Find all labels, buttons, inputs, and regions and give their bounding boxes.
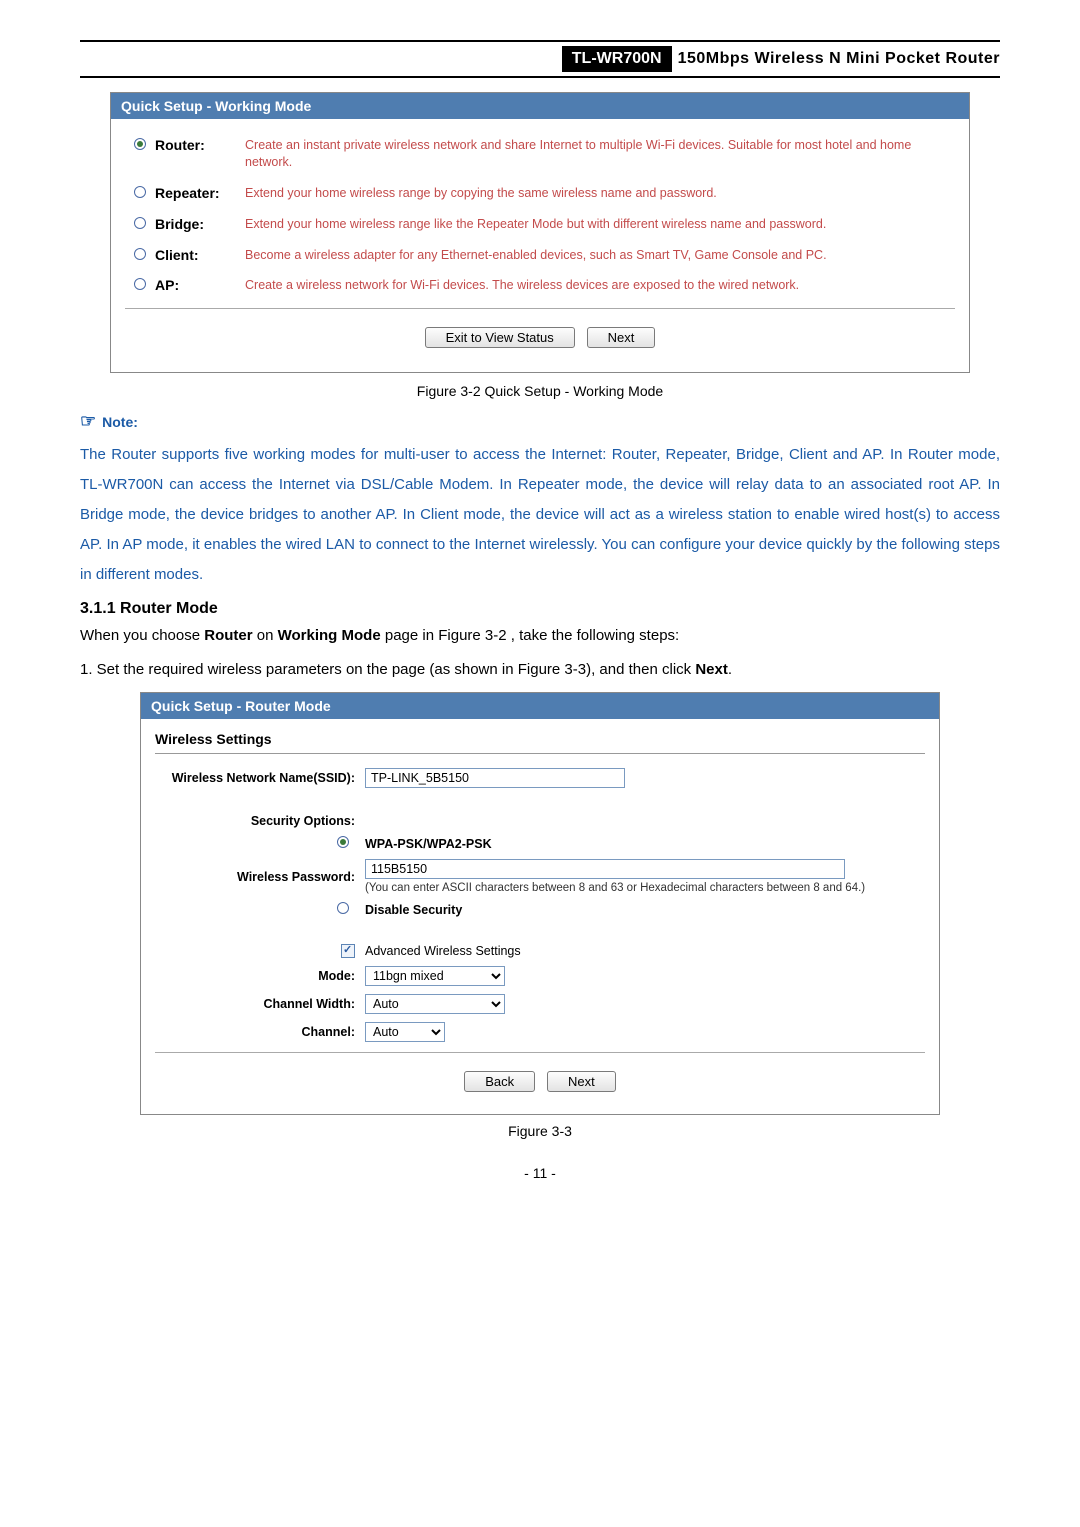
note-heading: ☞ Note: [80, 411, 1000, 432]
text: page in Figure 3-2 , take the following … [385, 627, 679, 644]
wireless-settings-heading: Wireless Settings [155, 725, 925, 754]
mode-desc: Become a wireless adapter for any Ethern… [245, 247, 955, 264]
mode-field-label: Mode: [155, 969, 365, 983]
hand-icon: ☞ [80, 411, 96, 432]
divider [155, 1052, 925, 1053]
bold-text: Working Mode [278, 627, 381, 644]
channel-width-label: Channel Width: [155, 997, 365, 1011]
section-heading: 3.1.1 Router Mode [80, 600, 1000, 618]
mode-row-router[interactable]: Router: Create an instant private wirele… [125, 137, 955, 171]
text: When you choose [80, 627, 204, 644]
mode-desc: Extend your home wireless range by copyi… [245, 185, 955, 202]
radio-icon[interactable] [337, 902, 349, 914]
radio-icon[interactable] [337, 836, 349, 848]
note-body: The Router supports five working modes f… [80, 440, 1000, 590]
router-mode-title: Quick Setup - Router Mode [141, 693, 939, 719]
security-options-label: Security Options: [155, 814, 365, 828]
figure-3-2-caption: Figure 3-2 Quick Setup - Working Mode [80, 383, 1000, 399]
channel-select[interactable]: Auto [365, 1022, 445, 1042]
mode-row-bridge[interactable]: Bridge: Extend your home wireless range … [125, 216, 955, 233]
step-1: 1. Set the required wireless parameters … [80, 658, 1000, 682]
mode-label: Router: [155, 137, 245, 153]
channel-width-select[interactable]: Auto [365, 994, 505, 1014]
back-button[interactable]: Back [464, 1071, 535, 1092]
wireless-password-input[interactable] [365, 859, 845, 879]
page-number: - 11 - [80, 1165, 1000, 1181]
radio-icon[interactable] [134, 138, 146, 150]
radio-icon[interactable] [134, 278, 146, 290]
mode-row-client[interactable]: Client: Become a wireless adapter for an… [125, 247, 955, 264]
model-number: TL-WR700N [562, 46, 672, 72]
next-button-2[interactable]: Next [547, 1071, 616, 1092]
working-mode-panel: Quick Setup - Working Mode Router: Creat… [110, 92, 970, 373]
radio-icon[interactable] [134, 186, 146, 198]
ssid-input[interactable] [365, 768, 625, 788]
advanced-settings-label: Advanced Wireless Settings [365, 944, 925, 958]
bold-text: Next [695, 661, 728, 678]
radio-icon[interactable] [134, 248, 146, 260]
next-button[interactable]: Next [587, 327, 656, 348]
top-rule [80, 40, 1000, 42]
figure-3-3-caption: Figure 3-3 [80, 1123, 1000, 1139]
exit-to-view-status-button[interactable]: Exit to View Status [425, 327, 575, 348]
bold-text: Router [204, 627, 252, 644]
section-intro: When you choose Router on Working Mode p… [80, 624, 1000, 648]
radio-icon[interactable] [134, 217, 146, 229]
mode-label: AP: [155, 277, 245, 293]
mode-label: Repeater: [155, 185, 245, 201]
text: . [728, 661, 732, 678]
divider [125, 308, 955, 309]
checkbox-icon[interactable] [341, 944, 355, 958]
mode-label: Client: [155, 247, 245, 263]
note-label: Note: [102, 414, 138, 430]
text: on [257, 627, 278, 644]
mode-desc: Create a wireless network for Wi-Fi devi… [245, 277, 955, 294]
wpa-psk-label: WPA-PSK/WPA2-PSK [365, 837, 492, 851]
mode-row-ap[interactable]: AP: Create a wireless network for Wi-Fi … [125, 277, 955, 294]
mode-desc: Create an instant private wireless netwo… [245, 137, 955, 171]
router-mode-panel: Quick Setup - Router Mode Wireless Setti… [140, 692, 940, 1115]
model-description: 150Mbps Wireless N Mini Pocket Router [678, 50, 1000, 68]
working-mode-title: Quick Setup - Working Mode [111, 93, 969, 119]
mode-label: Bridge: [155, 216, 245, 232]
text: 1. Set the required wireless parameters … [80, 661, 695, 678]
wireless-password-label: Wireless Password: [155, 870, 365, 884]
channel-label: Channel: [155, 1025, 365, 1039]
disable-security-label: Disable Security [365, 903, 462, 917]
password-help-text: (You can enter ASCII characters between … [365, 882, 925, 894]
ssid-label: Wireless Network Name(SSID): [155, 771, 365, 785]
mode-desc: Extend your home wireless range like the… [245, 216, 955, 233]
bottom-rule [80, 76, 1000, 78]
header-line: TL-WR700N 150Mbps Wireless N Mini Pocket… [80, 46, 1000, 72]
mode-select[interactable]: 11bgn mixed [365, 966, 505, 986]
mode-row-repeater[interactable]: Repeater: Extend your home wireless rang… [125, 185, 955, 202]
